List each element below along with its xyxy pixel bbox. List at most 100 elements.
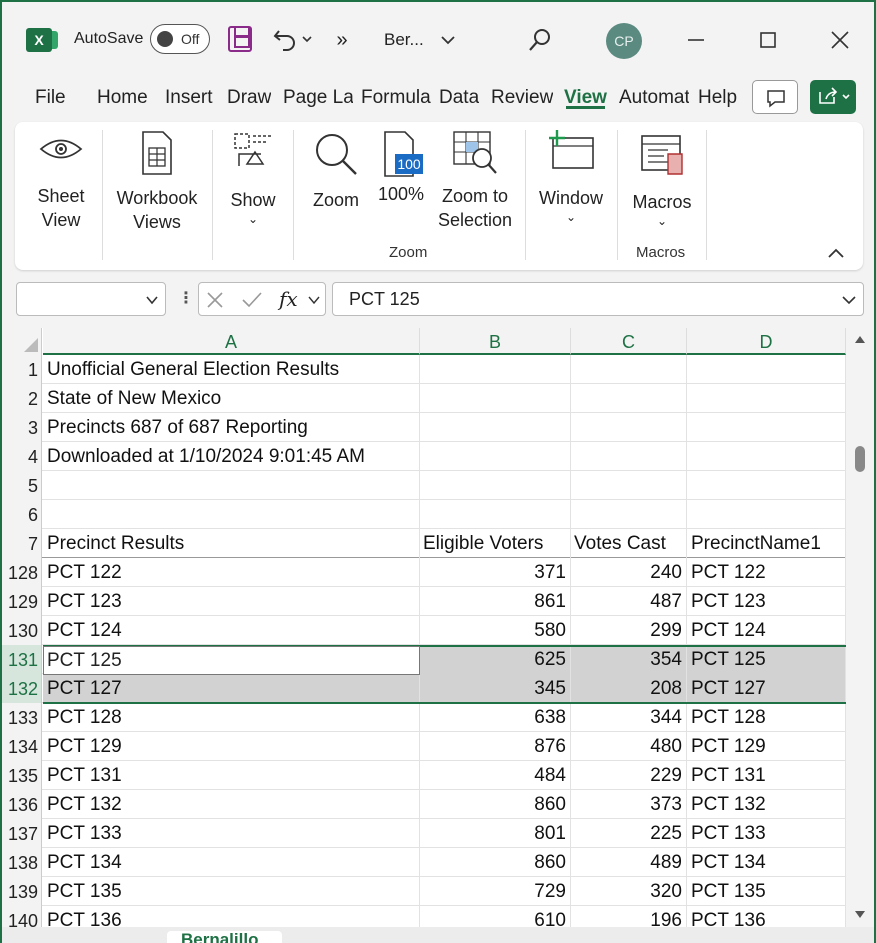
column-header-c[interactable]: C (571, 328, 687, 355)
cell-d[interactable]: PCT 122 (687, 558, 846, 587)
row-number[interactable]: 128 (2, 558, 42, 587)
cell-b[interactable]: 625 (420, 645, 571, 674)
cell-a[interactable] (43, 500, 420, 529)
cell-b[interactable]: 345 (420, 674, 571, 703)
cell-b[interactable]: 801 (420, 819, 571, 848)
cell-c[interactable]: 299 (571, 616, 687, 645)
cell-d[interactable]: PCT 124 (687, 616, 846, 645)
cell-d[interactable] (687, 413, 846, 442)
tab-automate[interactable]: Automate (619, 87, 689, 109)
cell-b[interactable]: 860 (420, 848, 571, 877)
row-number[interactable]: 135 (2, 761, 42, 790)
cell-d[interactable]: PCT 128 (687, 703, 846, 732)
cell-c[interactable]: 225 (571, 819, 687, 848)
row-number[interactable]: 134 (2, 732, 42, 761)
cell-b[interactable]: 861 (420, 587, 571, 616)
search-icon[interactable] (526, 26, 554, 54)
tab-insert[interactable]: Insert (165, 87, 213, 109)
column-header-a[interactable]: A (43, 328, 420, 355)
cell-d[interactable]: PCT 132 (687, 790, 846, 819)
close-icon[interactable] (828, 28, 852, 52)
cell-d[interactable] (687, 471, 846, 500)
cell-a[interactable]: PCT 129 (43, 732, 420, 761)
row-number[interactable]: 6 (2, 500, 42, 529)
document-title[interactable]: Ber... (384, 30, 424, 50)
tab-page-layout[interactable]: Page Layout (283, 87, 353, 109)
cell-a[interactable]: State of New Mexico (43, 384, 420, 413)
cell-b[interactable] (420, 384, 571, 413)
cell-a[interactable]: PCT 134 (43, 848, 420, 877)
cell-d[interactable] (687, 500, 846, 529)
row-number[interactable]: 139 (2, 877, 42, 906)
cell-a[interactable] (43, 471, 420, 500)
cell-d[interactable]: PCT 131 (687, 761, 846, 790)
cell-c[interactable]: 354 (571, 645, 687, 674)
tab-file[interactable]: File (35, 87, 66, 109)
scroll-thumb[interactable] (855, 446, 865, 472)
cell-c[interactable] (571, 413, 687, 442)
cell-c[interactable]: 229 (571, 761, 687, 790)
row-number[interactable]: 3 (2, 413, 42, 442)
row-number[interactable]: 136 (2, 790, 42, 819)
cell-a[interactable]: PCT 123 (43, 587, 420, 616)
zoom-to-selection-button[interactable]: Zoom to Selection (433, 130, 517, 232)
cell-d[interactable] (687, 355, 846, 384)
cell-b[interactable]: 580 (420, 616, 571, 645)
zoom-100-button[interactable]: 100 100% (373, 130, 429, 206)
profile-avatar[interactable]: CP (606, 23, 642, 59)
cell-d[interactable]: PCT 125 (687, 645, 846, 674)
cell-b[interactable]: 729 (420, 877, 571, 906)
workbook-views-button[interactable]: Workbook Views (111, 130, 203, 234)
row-number[interactable]: 5 (2, 471, 42, 500)
cell-c[interactable]: 487 (571, 587, 687, 616)
cell-b[interactable]: 371 (420, 558, 571, 587)
tab-draw[interactable]: Draw (227, 87, 271, 109)
tab-view[interactable]: View (564, 87, 607, 109)
spreadsheet-grid[interactable]: A B C D 1 Unofficial General Election Res… (2, 328, 846, 933)
save-icon[interactable] (228, 26, 252, 52)
sheet-view-button[interactable]: Sheet View (21, 134, 101, 232)
undo-icon[interactable] (270, 24, 300, 54)
cell-c[interactable]: 480 (571, 732, 687, 761)
cell-d[interactable] (687, 384, 846, 413)
comments-button[interactable] (752, 80, 798, 114)
tab-home[interactable]: Home (97, 87, 148, 109)
row-number[interactable]: 137 (2, 819, 42, 848)
cell-c[interactable] (571, 442, 687, 471)
vertical-scrollbar[interactable] (846, 328, 874, 933)
cell-d[interactable] (687, 442, 846, 471)
cell-a[interactable]: PCT 131 (43, 761, 420, 790)
cell-a[interactable]: PCT 135 (43, 877, 420, 906)
select-all-corner[interactable] (2, 328, 42, 355)
more-commands-icon[interactable]: » (332, 28, 352, 52)
cell-c[interactable]: 320 (571, 877, 687, 906)
cell-d[interactable]: PCT 127 (687, 674, 846, 703)
tab-help[interactable]: Help (698, 87, 737, 109)
cell-c[interactable]: 208 (571, 674, 687, 703)
row-number[interactable]: 138 (2, 848, 42, 877)
cell-a[interactable]: PCT 122 (43, 558, 420, 587)
cell-c[interactable] (571, 384, 687, 413)
cell-d[interactable]: PCT 133 (687, 819, 846, 848)
row-number[interactable]: 129 (2, 587, 42, 616)
cell-d[interactable]: PCT 123 (687, 587, 846, 616)
row-number[interactable]: 131 (2, 645, 42, 674)
cell-c[interactable] (571, 500, 687, 529)
row-number[interactable]: 130 (2, 616, 42, 645)
column-header-b[interactable]: B (420, 328, 571, 355)
cell-c[interactable] (571, 471, 687, 500)
zoom-button[interactable]: Zoom (305, 130, 367, 212)
maximize-icon[interactable] (756, 28, 780, 52)
macros-button[interactable]: Macros ⌄ (625, 132, 699, 228)
cell-b[interactable] (420, 500, 571, 529)
title-dropdown-icon[interactable] (438, 30, 458, 50)
collapse-ribbon-icon[interactable] (827, 246, 847, 262)
row-number[interactable]: 7 (2, 529, 42, 558)
cell-b[interactable] (420, 442, 571, 471)
cell-d[interactable]: PrecinctName1 (687, 529, 846, 558)
row-number[interactable]: 4 (2, 442, 42, 471)
undo-dropdown-icon[interactable] (300, 32, 314, 46)
cell-b[interactable]: 876 (420, 732, 571, 761)
cell-c[interactable] (571, 355, 687, 384)
cell-a[interactable]: PCT 132 (43, 790, 420, 819)
